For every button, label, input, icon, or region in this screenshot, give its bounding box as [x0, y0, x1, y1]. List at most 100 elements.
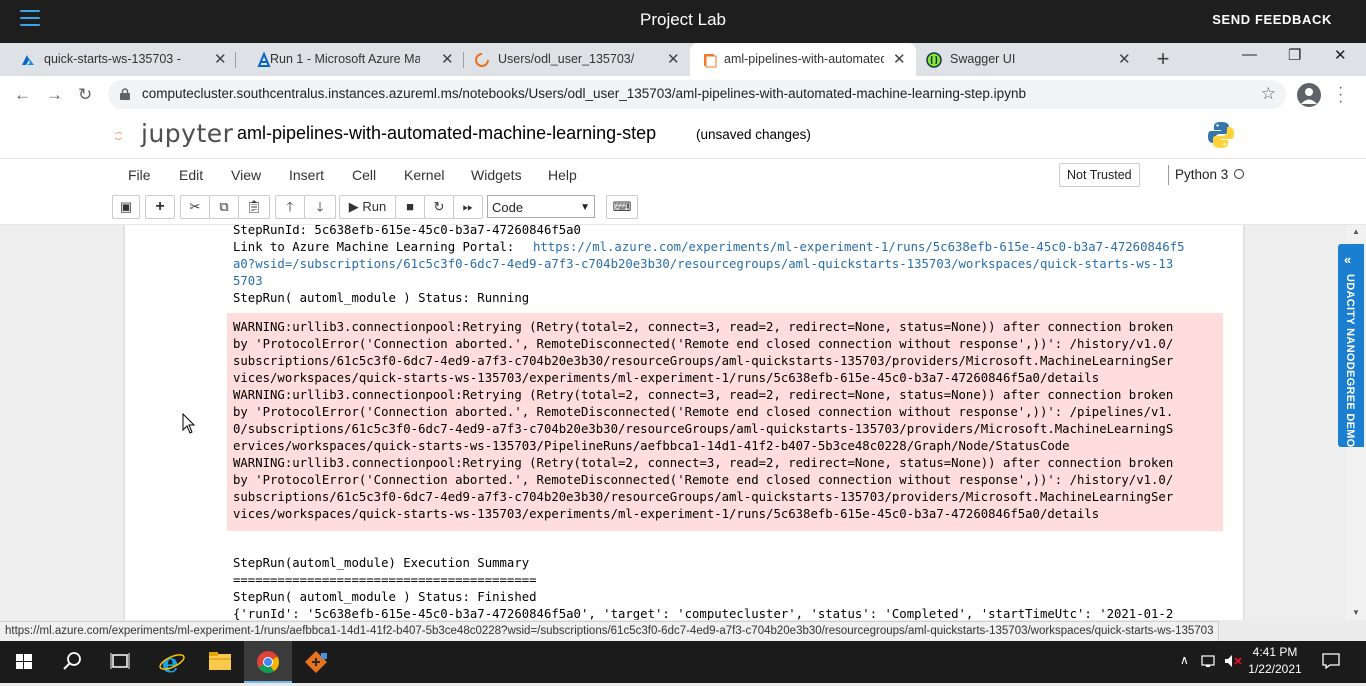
jupyter-tab-icon — [704, 54, 717, 68]
notebook-title[interactable]: aml-pipelines-with-automated-machine-lea… — [237, 123, 656, 144]
cut-icon[interactable]: ✂ — [180, 195, 210, 219]
output-line: ========================================… — [233, 573, 537, 587]
output-line: StepRun( automl_module ) Status: Finishe… — [233, 590, 537, 604]
menu-insert[interactable]: Insert — [289, 167, 324, 183]
close-tab-icon[interactable]: ✕ — [893, 50, 906, 68]
tab-label: aml-pipelines-with-automated- — [724, 52, 884, 66]
back-arrow-icon[interactable]: ← — [14, 85, 31, 105]
menu-edit[interactable]: Edit — [179, 167, 203, 183]
network-icon[interactable] — [1201, 654, 1219, 668]
clock-date[interactable]: 1/22/2021 — [1245, 662, 1305, 676]
menu-file[interactable]: File — [128, 167, 151, 183]
move-down-arrow-icon[interactable]: 🡓︎ — [304, 195, 336, 219]
double-chevron-left-icon: « — [1344, 252, 1352, 267]
command-palette-keyboard-icon[interactable]: ⌨ — [606, 195, 638, 219]
new-tab-plus-icon[interactable]: + — [1152, 48, 1174, 70]
link-hover-status-url: https://ml.azure.com/experiments/ml-expe… — [0, 621, 1220, 642]
menu-kernel[interactable]: Kernel — [404, 167, 444, 183]
portal-link-line[interactable]: https://ml.azure.com/experiments/ml-expe… — [533, 239, 1185, 256]
trust-status-button[interactable]: Not Trusted — [1059, 163, 1140, 187]
autosave-status: (unsaved changes) — [696, 127, 811, 142]
azure-icon — [22, 55, 34, 65]
menu-cell[interactable]: Cell — [352, 167, 376, 183]
stderr-line: vices/workspaces/quick-starts-ws-135703/… — [233, 371, 1100, 385]
browser-tab-aml-pipelines[interactable]: aml-pipelines-with-automated- ✕ — [690, 43, 916, 76]
restart-kernel-icon[interactable]: ↻ — [424, 195, 454, 219]
browser-tab-quick-starts[interactable]: quick-starts-ws-135703 - Micro ✕ — [0, 43, 234, 76]
profile-avatar-icon[interactable] — [1297, 83, 1321, 107]
close-tab-icon[interactable]: ✕ — [441, 50, 454, 68]
reload-icon[interactable]: ↻ — [78, 85, 92, 105]
stderr-line: subscriptions/61c5c3f0-6dc7-4ed9-a7f3-c7… — [233, 354, 1174, 368]
menu-widgets[interactable]: Widgets — [471, 167, 522, 183]
jupyter-menubar: File Edit View Insert Cell Kernel Widget… — [0, 158, 1366, 191]
browser-tab-run-1[interactable]: Run 1 - Microsoft Azure Machi ✕ — [236, 43, 462, 76]
minimize-window-icon[interactable]: — — [1242, 46, 1257, 63]
python-logo-icon — [1208, 122, 1234, 148]
git-tool-icon[interactable] — [292, 641, 340, 683]
show-hidden-icons-chevron-up-icon[interactable]: ∧ — [1180, 653, 1189, 667]
jupyter-logo-icon[interactable] — [115, 120, 143, 152]
interrupt-stop-icon[interactable]: ■ — [395, 195, 425, 219]
close-tab-icon[interactable]: ✕ — [667, 50, 680, 68]
insert-cell-plus-icon[interactable]: + — [145, 195, 175, 219]
kernel-name[interactable]: Python 3 — [1175, 167, 1228, 182]
browser-menu-dots-icon[interactable]: · · · — [1338, 80, 1344, 110]
lock-icon[interactable] — [120, 88, 130, 100]
run-button[interactable]: ▶ Run — [339, 195, 396, 219]
cell-type-value: Code — [492, 200, 524, 215]
browser-tab-swagger[interactable]: Swagger UI ✕ — [916, 43, 1142, 76]
clock-time[interactable]: 4:41 PM — [1245, 645, 1305, 659]
stderr-line: WARNING:urllib3.connectionpool:Retrying … — [233, 320, 1174, 334]
jupyter-toolbar: ▣ + ✂ ⧉ 📋︎ 🡑︎ 🡓︎ ▶ Run ■ ↻ ⏩︎ Code ▼ ⌨ — [0, 190, 1366, 225]
stderr-line: 0/subscriptions/61c5c3f0-6dc7-4ed9-a7f3-… — [233, 422, 1174, 436]
close-tab-icon[interactable]: ✕ — [1118, 50, 1131, 68]
mouse-pointer-icon — [182, 413, 196, 434]
menu-view[interactable]: View — [231, 167, 261, 183]
address-bar[interactable]: computecluster.southcentralus.instances.… — [108, 80, 1286, 109]
kernel-idle-indicator-icon — [1234, 169, 1244, 179]
scroll-up-arrow-icon[interactable]: ▲ — [1352, 227, 1360, 236]
notebook-container: StepRunId: 5c638efb-615e-45c0-b3a7-47260… — [0, 225, 1366, 620]
output-line: StepRun(automl_module) Execution Summary — [233, 556, 530, 570]
task-view-icon[interactable] — [96, 641, 144, 683]
volume-muted-icon[interactable] — [1224, 654, 1244, 668]
close-window-icon[interactable]: ✕ — [1334, 46, 1347, 64]
send-feedback-button[interactable]: SEND FEEDBACK — [1212, 12, 1332, 27]
browser-tab-users[interactable]: Users/odl_user_135703/ ✕ — [464, 43, 690, 76]
save-icon[interactable]: ▣ — [112, 195, 140, 219]
action-center-icon[interactable] — [1322, 653, 1340, 670]
restore-window-icon[interactable]: ❐ — [1288, 46, 1301, 64]
stderr-line: WARNING:urllib3.connectionpool:Retrying … — [233, 388, 1174, 402]
stderr-line: subscriptions/61c5c3f0-6dc7-4ed9-a7f3-c7… — [233, 490, 1174, 504]
portal-link-line[interactable]: 5703 — [233, 273, 263, 290]
tab-label: quick-starts-ws-135703 - Micro — [44, 52, 184, 66]
file-explorer-icon[interactable] — [196, 641, 244, 683]
tab-label: Swagger UI — [950, 52, 1016, 66]
project-lab-header: Project Lab SEND FEEDBACK — [0, 0, 1366, 43]
output-line-portal-label: Link to Azure Machine Learning Portal: — [233, 240, 522, 254]
chrome-icon[interactable] — [244, 641, 292, 683]
paste-icon[interactable]: 📋︎ — [238, 195, 270, 219]
menu-help[interactable]: Help — [548, 167, 577, 183]
search-icon[interactable] — [48, 641, 96, 683]
portal-link-line[interactable]: a0?wsid=/subscriptions/61c5c3f0-6dc7-4ed… — [233, 256, 1173, 273]
udacity-side-tab[interactable]: « UDACITY NANODEGREE DEMO — [1338, 244, 1364, 448]
internet-explorer-icon[interactable]: e — [148, 641, 196, 683]
cell-type-select[interactable]: Code ▼ — [487, 195, 595, 218]
forward-arrow-icon[interactable]: → — [46, 85, 63, 105]
windows-taskbar: e ∧ 4:41 PM 1/22/2021 — [0, 641, 1366, 683]
restart-run-all-icon[interactable]: ⏩︎ — [453, 195, 483, 219]
move-up-arrow-icon[interactable]: 🡑︎ — [275, 195, 305, 219]
scroll-down-arrow-icon[interactable]: ▼ — [1352, 608, 1360, 617]
url-text[interactable]: computecluster.southcentralus.instances.… — [142, 86, 1026, 101]
udacity-tab-label: UDACITY NANODEGREE DEMO — [1344, 274, 1356, 448]
run-label: Run — [362, 199, 387, 214]
bookmark-star-icon[interactable]: ☆ — [1261, 84, 1276, 104]
stderr-line: WARNING:urllib3.connectionpool:Retrying … — [233, 456, 1174, 470]
copy-icon[interactable]: ⧉ — [209, 195, 239, 219]
svg-text:e: e — [162, 649, 179, 679]
close-tab-icon[interactable]: ✕ — [214, 50, 227, 68]
windows-start-icon[interactable] — [0, 641, 48, 683]
stderr-output: WARNING:urllib3.connectionpool:Retrying … — [227, 313, 1223, 531]
